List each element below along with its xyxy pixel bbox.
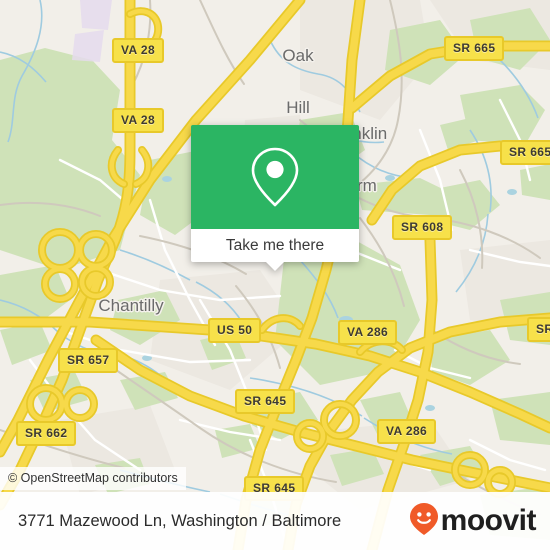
footer-bar: 3771 Mazewood Ln, Washington / Baltimore… <box>0 492 550 550</box>
road-shield-sr-608[interactable]: SR 608 <box>392 215 453 240</box>
road-shield-va-286-north[interactable]: VA 286 <box>338 320 398 345</box>
road-shield-sr-665-north[interactable]: SR 665 <box>444 36 505 61</box>
moovit-pin-icon <box>409 502 439 541</box>
place-label-line: Oak <box>282 45 314 65</box>
location-popup-card[interactable]: Take me there <box>191 125 359 271</box>
moovit-wordmark: moovit <box>440 504 537 537</box>
address-label: 3771 Mazewood Ln, Washington / Baltimore <box>18 511 342 530</box>
road-shield-sr-645-mid[interactable]: SR 645 <box>235 389 296 414</box>
moovit-logo[interactable]: moovit <box>409 502 537 541</box>
moovit-map-screen: Oak Hill Franklin Farm Chantilly VA 28 V… <box>0 0 550 550</box>
road-shield-va-286-south[interactable]: VA 286 <box>377 419 437 444</box>
road-shield-us-50[interactable]: US 50 <box>208 318 262 343</box>
road-shield-va-28-south[interactable]: VA 28 <box>112 108 165 133</box>
road-shield-sr-662[interactable]: SR 662 <box>16 421 77 446</box>
road-shield-va-28-north[interactable]: VA 28 <box>112 38 165 63</box>
osm-attribution[interactable]: © OpenStreetMap contributors <box>0 467 186 490</box>
place-label-line: Hill <box>286 97 310 117</box>
location-pin-icon <box>249 145 301 209</box>
popup-icon-area <box>191 125 359 229</box>
take-me-there-label: Take me there <box>225 236 325 254</box>
road-shield-sr-east-edge[interactable]: SR <box>527 317 550 342</box>
take-me-there-button[interactable]: Take me there <box>191 229 359 262</box>
popup-pointer-tail <box>266 262 284 271</box>
road-shield-sr-657[interactable]: SR 657 <box>58 348 119 373</box>
place-label-chantilly: Chantilly <box>98 262 163 349</box>
osm-attribution-text: © OpenStreetMap contributors <box>8 471 178 485</box>
road-shield-sr-665-east[interactable]: SR 665 <box>500 140 550 165</box>
place-label-line: Chantilly <box>98 295 164 315</box>
